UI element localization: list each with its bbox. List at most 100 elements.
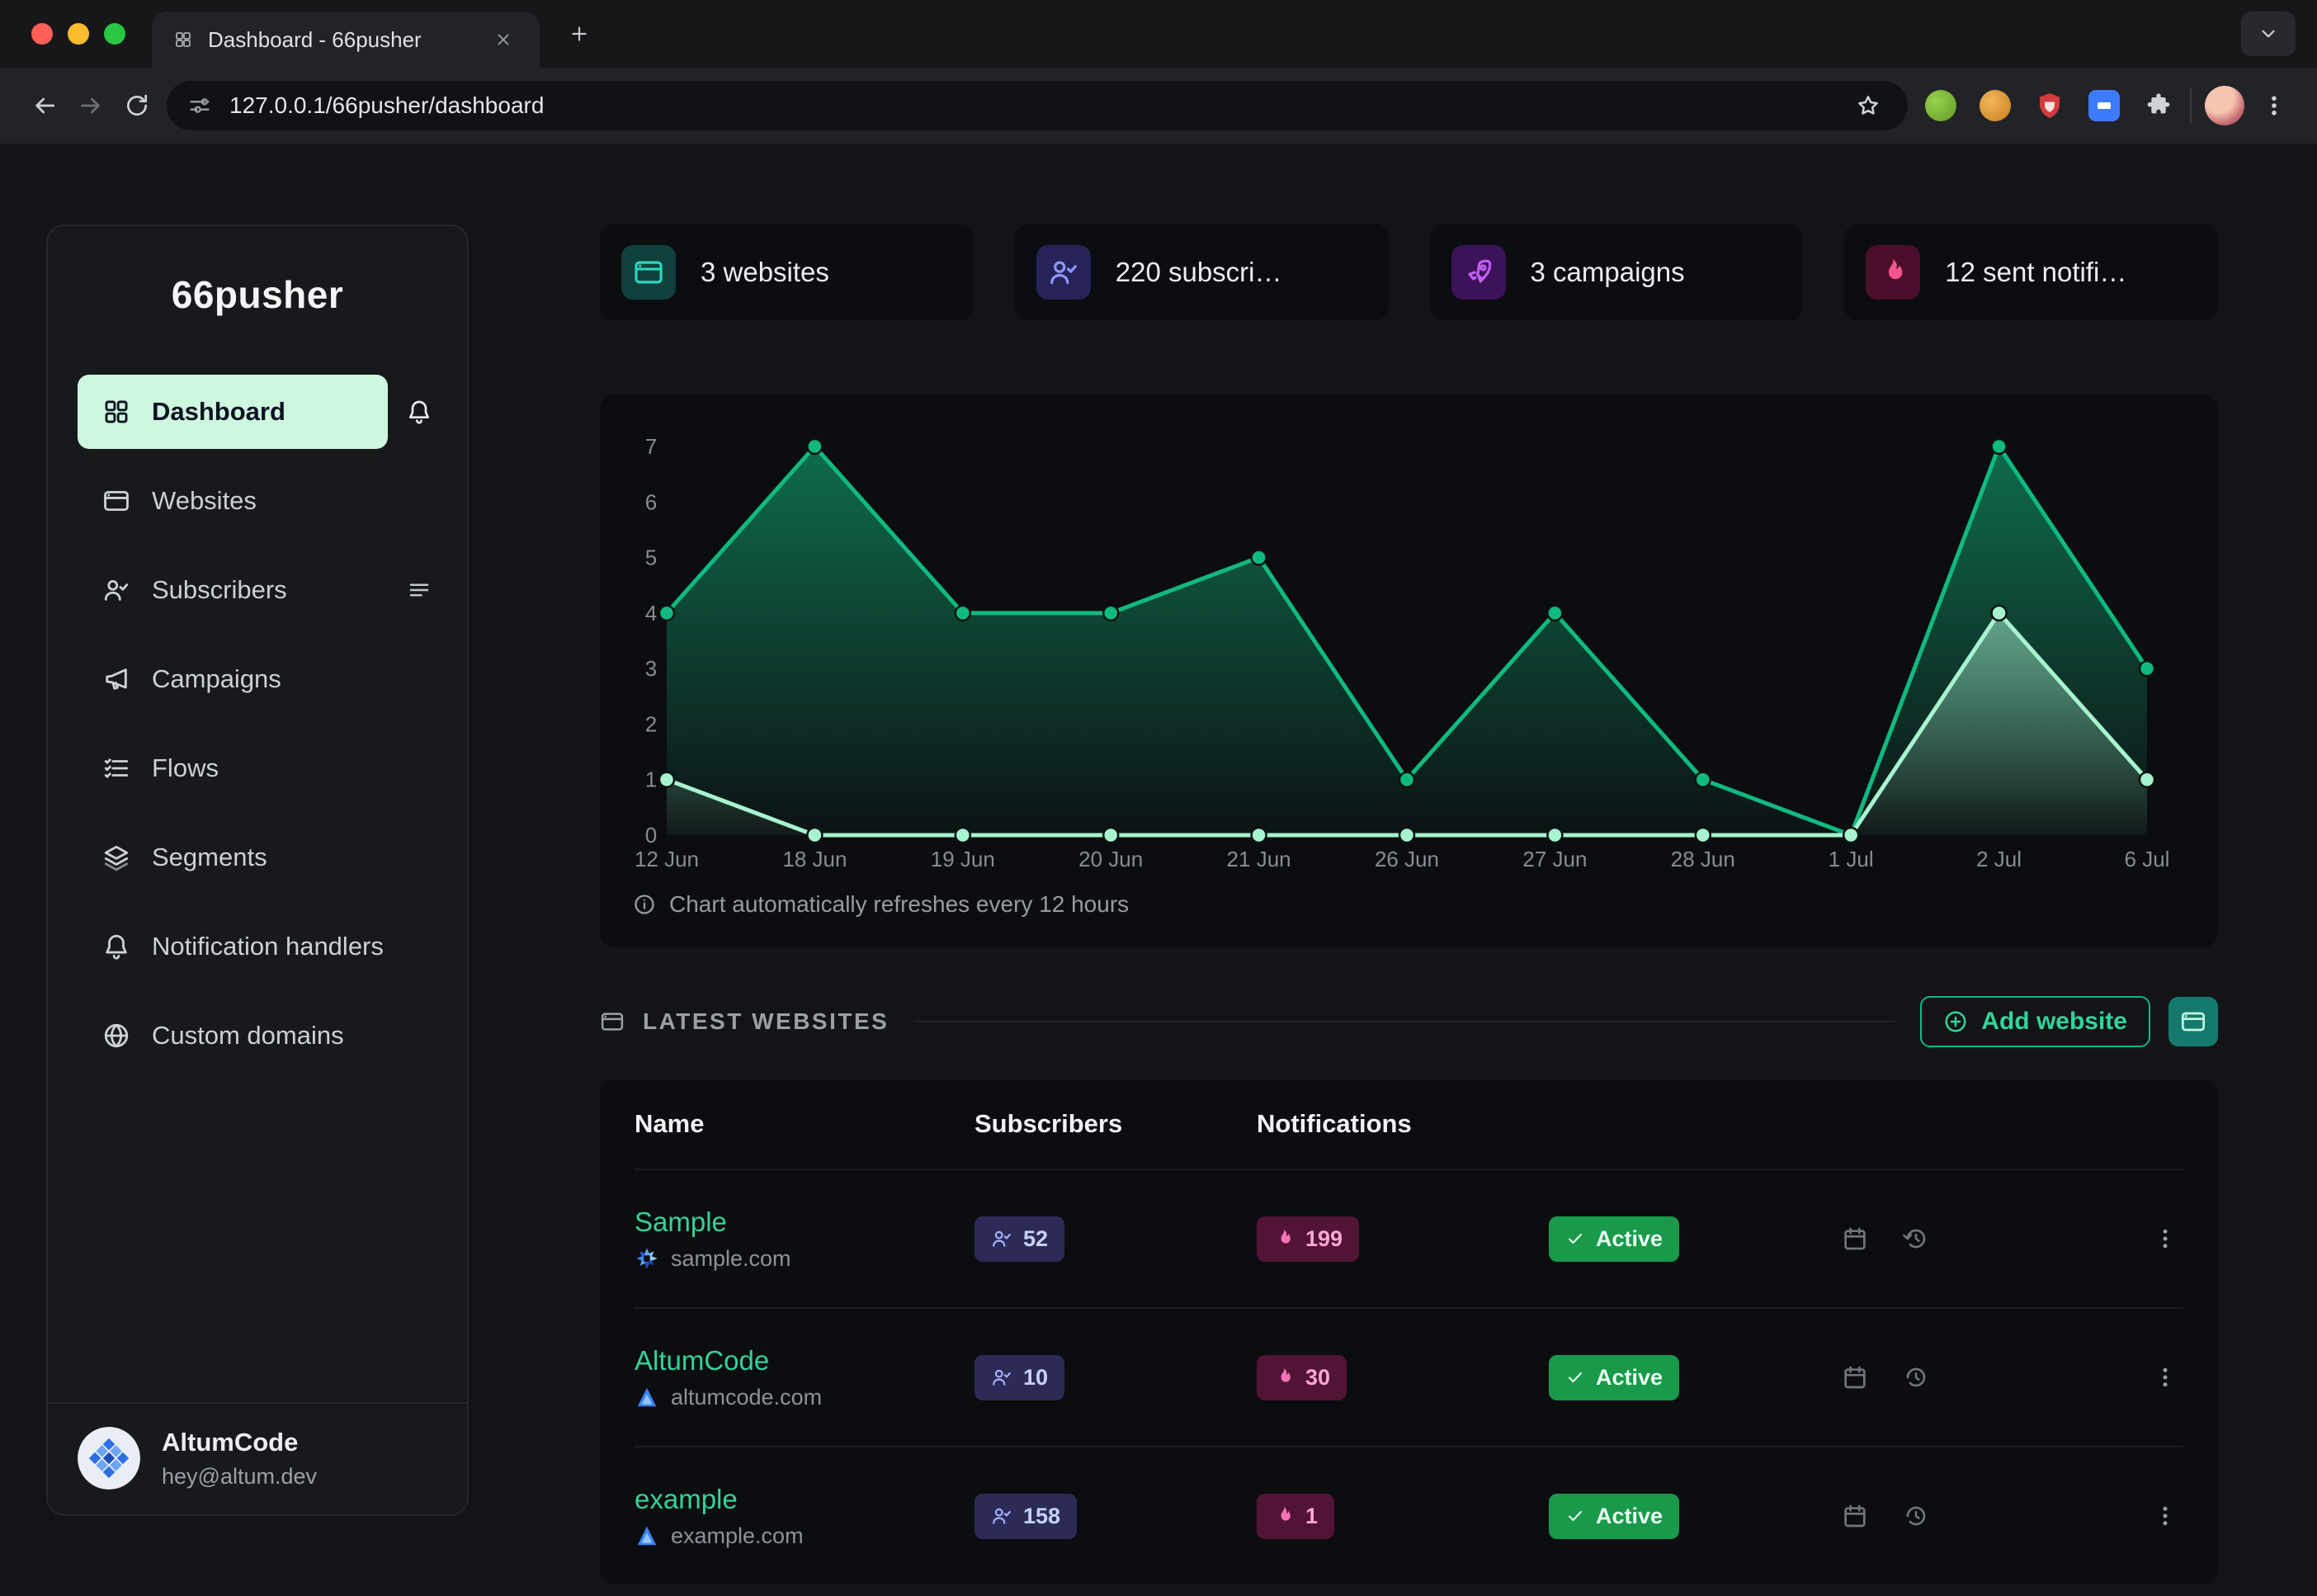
address-bar[interactable]: 127.0.0.1/66pusher/dashboard [167, 81, 1908, 130]
megaphone-icon [102, 665, 130, 693]
site-settings-icon[interactable] [188, 94, 211, 117]
column-name: Name [635, 1109, 974, 1139]
extension-green-icon[interactable] [1923, 87, 1959, 124]
sidebar-item-label: Websites [152, 486, 257, 516]
traffic-lights [31, 23, 125, 45]
browser-icon [621, 245, 676, 300]
stat-card-websites[interactable]: 3 websites [600, 224, 974, 320]
website-link[interactable]: Sample [635, 1206, 727, 1238]
website-name-cell: example example.com [635, 1484, 974, 1549]
sidebar-item-label: Flows [152, 753, 219, 783]
forward-button[interactable] [68, 83, 114, 129]
url-text: 127.0.0.1/66pusher/dashboard [229, 92, 1832, 119]
main-content: 3 websites 220 subscri… 3 campaigns [600, 224, 2218, 1596]
stat-label: 220 subscri… [1116, 257, 1282, 288]
toolbar-divider [2190, 88, 2192, 123]
history-icon[interactable] [1898, 1359, 1934, 1395]
flame-icon [1273, 1367, 1295, 1388]
sidebar-user[interactable]: AltumCode hey@altum.dev [48, 1402, 467, 1514]
sidebar-item-notification-handlers[interactable]: Notification handlers [78, 909, 437, 984]
sidebar-item-segments[interactable]: Segments [78, 820, 437, 895]
new-tab-button[interactable] [556, 11, 602, 57]
layers-icon [102, 843, 130, 871]
user-email: hey@altum.dev [162, 1464, 317, 1490]
browser-toolbar: 127.0.0.1/66pusher/dashboard [0, 68, 2317, 144]
history-icon[interactable] [1898, 1221, 1934, 1257]
extension-orange-icon[interactable] [1977, 87, 2013, 124]
dashboard-chart: 0123456712 Jun18 Jun19 Jun20 Jun21 Jun26… [633, 416, 2183, 878]
row-menu-icon[interactable] [2147, 1359, 2183, 1395]
svg-text:19 Jun: 19 Jun [931, 847, 995, 871]
bell-icon[interactable] [401, 394, 437, 430]
stat-card-campaigns[interactable]: 3 campaigns [1430, 224, 1804, 320]
svg-text:1 Jul: 1 Jul [1829, 847, 1874, 871]
svg-text:7: 7 [645, 434, 657, 459]
check-icon [1565, 1367, 1585, 1387]
browser-icon [102, 487, 130, 515]
calendar-icon[interactable] [1837, 1359, 1873, 1395]
menu-icon[interactable] [401, 572, 437, 608]
extension-keyboard-icon[interactable] [2086, 87, 2122, 124]
website-domain: altumcode.com [635, 1385, 974, 1410]
website-name-cell: AltumCode altumcode.com [635, 1345, 974, 1410]
section-title: LATEST WEBSITES [643, 1008, 889, 1035]
websites-list-button[interactable] [2168, 997, 2218, 1046]
bookmark-star-icon[interactable] [1850, 87, 1886, 124]
nav-row-dashboard: Dashboard [78, 375, 437, 449]
website-link[interactable]: AltumCode [635, 1345, 769, 1376]
browser-tab[interactable]: Dashboard - 66pusher [152, 12, 540, 68]
sidebar: 66pusher Dashboard Websites [46, 224, 469, 1516]
website-name-cell: Sample sample.com [635, 1206, 974, 1272]
sidebar-item-custom-domains[interactable]: Custom domains [78, 999, 437, 1073]
close-window-button[interactable] [31, 23, 53, 45]
check-icon [1565, 1229, 1585, 1249]
svg-text:2: 2 [645, 711, 657, 736]
back-button[interactable] [21, 83, 68, 129]
tab-search-chevron-icon[interactable] [2241, 12, 2296, 56]
extensions-puzzle-icon[interactable] [2140, 87, 2177, 124]
svg-text:0: 0 [645, 823, 657, 848]
stat-card-subscribers[interactable]: 220 subscri… [1015, 224, 1389, 320]
browser-window: Dashboard - 66pusher 127.0.0.1/66pusher/… [0, 0, 2317, 1596]
nav-row-campaigns: Campaigns [78, 642, 437, 716]
calendar-icon[interactable] [1837, 1498, 1873, 1534]
sidebar-item-label: Custom domains [152, 1021, 344, 1051]
calendar-icon[interactable] [1837, 1221, 1873, 1257]
nav-row-segments: Segments [78, 820, 437, 895]
close-tab-icon[interactable] [488, 25, 518, 54]
extension-shield-icon[interactable] [2032, 87, 2068, 124]
sidebar-item-dashboard[interactable]: Dashboard [78, 375, 388, 449]
flame-icon [1866, 245, 1920, 300]
maximize-window-button[interactable] [104, 23, 125, 45]
history-icon[interactable] [1898, 1498, 1934, 1534]
nav-row-notification-handlers: Notification handlers [78, 909, 437, 984]
sidebar-item-flows[interactable]: Flows [78, 731, 437, 805]
row-menu-icon[interactable] [2147, 1498, 2183, 1534]
browser-profile-avatar[interactable] [2205, 86, 2244, 125]
sidebar-item-subscribers[interactable]: Subscribers [78, 553, 388, 627]
reload-button[interactable] [114, 83, 160, 129]
browser-menu-icon[interactable] [2253, 84, 2296, 127]
subscriber-icon [991, 1505, 1012, 1527]
table-row: Sample sample.com 52 199 [635, 1169, 2183, 1307]
section-divider [913, 1021, 1895, 1022]
column-subscribers: Subscribers [974, 1109, 1257, 1139]
sidebar-item-label: Dashboard [152, 397, 285, 427]
sample-favicon [635, 1246, 659, 1271]
website-link[interactable]: example [635, 1484, 738, 1515]
table-row: AltumCode altumcode.com 10 30 [635, 1307, 2183, 1446]
add-website-button[interactable]: Add website [1920, 996, 2150, 1047]
svg-text:5: 5 [645, 545, 657, 570]
sidebar-item-campaigns[interactable]: Campaigns [78, 642, 437, 716]
dashboard-page: 66pusher Dashboard Websites [0, 144, 2317, 1596]
websites-table: Name Subscribers Notifications Sample sa… [600, 1079, 2218, 1584]
sidebar-item-websites[interactable]: Websites [78, 464, 437, 538]
row-menu-icon[interactable] [2147, 1221, 2183, 1257]
table-row: example example.com 158 1 [635, 1446, 2183, 1584]
minimize-window-button[interactable] [68, 23, 89, 45]
stat-card-notifications[interactable]: 12 sent notifi… [1844, 224, 2218, 320]
svg-text:26 Jun: 26 Jun [1375, 847, 1439, 871]
subscriber-icon [991, 1228, 1012, 1249]
sidebar-item-label: Segments [152, 843, 267, 872]
stat-label: 12 sent notifi… [1945, 257, 2126, 288]
